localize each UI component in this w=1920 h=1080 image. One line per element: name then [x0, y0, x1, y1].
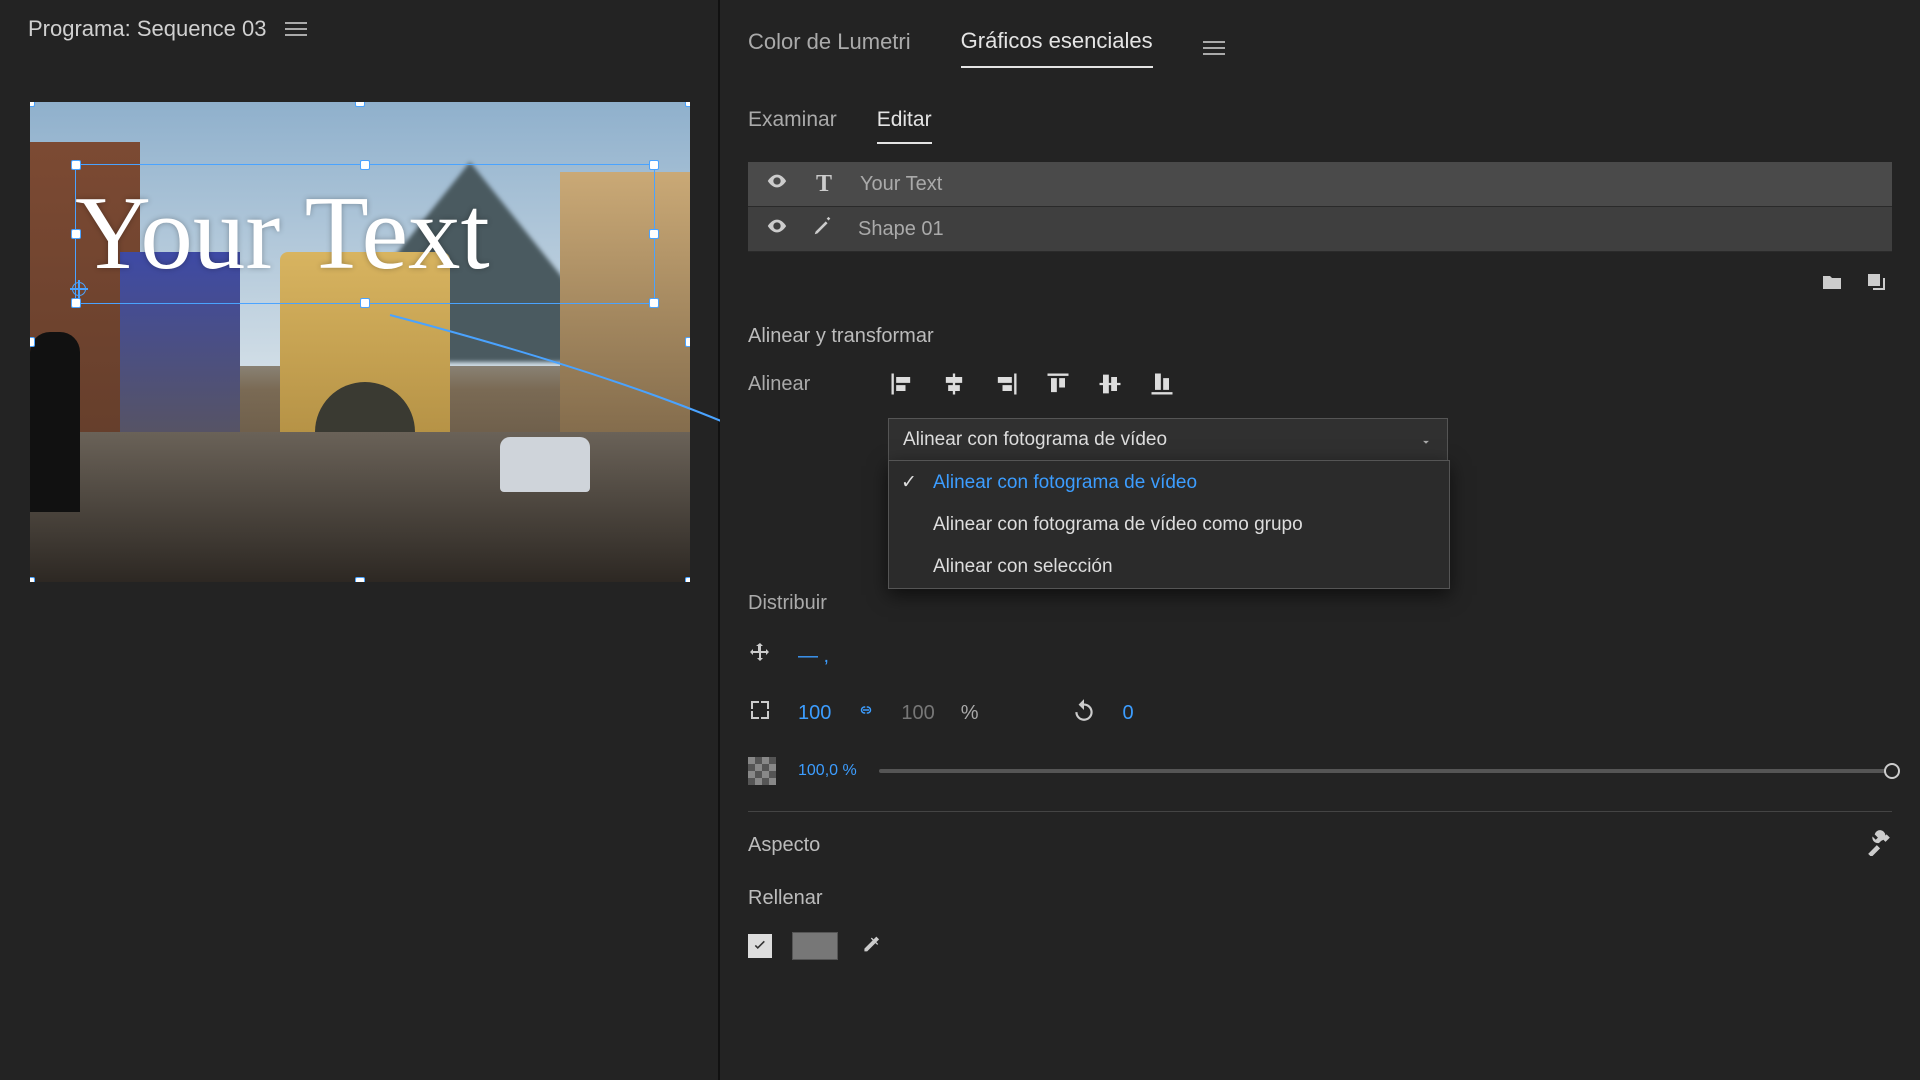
opacity-slider[interactable]: [879, 769, 1892, 773]
slider-knob[interactable]: [1884, 763, 1900, 779]
eyedropper-icon[interactable]: [858, 933, 880, 960]
layer-name: Shape 01: [858, 218, 944, 241]
check-icon: ✓: [899, 471, 919, 494]
link-icon[interactable]: [857, 699, 875, 727]
opacity-value[interactable]: 100,0 %: [798, 762, 857, 780]
anchor-point-icon[interactable]: [70, 280, 88, 298]
visibility-icon[interactable]: [766, 215, 788, 243]
handle-mr[interactable]: [685, 337, 690, 347]
tab-essential-graphics[interactable]: Gráficos esenciales: [961, 28, 1153, 68]
handle-br[interactable]: [649, 298, 659, 308]
rotation-icon: [1071, 697, 1097, 729]
align-option-selection[interactable]: Alinear con selección: [889, 546, 1449, 588]
layer-row-shape[interactable]: Shape 01: [748, 207, 1892, 252]
align-option-frame[interactable]: ✓ Alinear con fotograma de vídeo: [889, 461, 1449, 504]
section-aspect: Aspecto: [748, 834, 820, 857]
label-align: Alinear: [748, 373, 868, 396]
visibility-icon[interactable]: [766, 170, 788, 198]
chevron-down-icon: [1419, 433, 1433, 447]
program-title: Programa: Sequence 03: [28, 16, 267, 42]
section-align-transform: Alinear y transformar: [748, 325, 1892, 348]
align-bottom-icon[interactable]: [1146, 370, 1178, 398]
handle-tm[interactable]: [360, 160, 370, 170]
label-distribute: Distribuir: [748, 592, 868, 615]
scene-car: [500, 437, 590, 492]
program-monitor-panel: Programa: Sequence 03 Your Text: [0, 0, 720, 1080]
layer-name: Your Text: [860, 173, 942, 196]
align-mode-menu: ✓ Alinear con fotograma de vídeo Alinear…: [888, 460, 1450, 589]
fill-enabled-checkbox[interactable]: [748, 934, 772, 958]
align-option-frame-group[interactable]: Alinear con fotograma de vídeo como grup…: [889, 504, 1449, 546]
handle-tl[interactable]: [30, 102, 35, 107]
scale-value[interactable]: 100: [798, 702, 831, 725]
handle-tl[interactable]: [71, 160, 81, 170]
subtab-browse[interactable]: Examinar: [748, 108, 837, 144]
panel-menu-icon[interactable]: [1203, 41, 1225, 55]
tab-lumetri[interactable]: Color de Lumetri: [748, 29, 911, 67]
align-left-icon[interactable]: [886, 370, 918, 398]
handle-bm[interactable]: [355, 577, 365, 582]
scale-icon: [748, 698, 772, 728]
essential-graphics-panel: Color de Lumetri Gráficos esenciales Exa…: [720, 0, 1920, 1080]
align-right-icon[interactable]: [990, 370, 1022, 398]
pen-type-icon: [812, 215, 834, 243]
layer-row-text[interactable]: T Your Text: [748, 162, 1892, 207]
fill-color-swatch[interactable]: [792, 932, 838, 960]
handle-tr[interactable]: [649, 160, 659, 170]
handle-tm[interactable]: [355, 102, 365, 107]
align-mode-dropdown[interactable]: Alinear con fotograma de vídeo ✓ Alinear…: [888, 418, 1448, 462]
percent-label: %: [961, 702, 979, 725]
section-fill: Rellenar: [748, 887, 1892, 910]
handle-bl[interactable]: [30, 577, 35, 582]
rotation-value[interactable]: 0: [1123, 702, 1134, 725]
position-icon: [748, 641, 772, 671]
panel-menu-icon[interactable]: [285, 22, 307, 36]
dropdown-selected-label: Alinear con fotograma de vídeo: [903, 429, 1167, 451]
program-viewport[interactable]: Your Text: [30, 102, 690, 582]
scale-linked-value: 100: [901, 702, 934, 725]
handle-ml[interactable]: [30, 337, 35, 347]
new-group-icon[interactable]: [1820, 270, 1844, 299]
text-type-icon: T: [812, 171, 836, 198]
align-top-icon[interactable]: [1042, 370, 1074, 398]
position-value[interactable]: — ,: [798, 645, 829, 668]
handle-br[interactable]: [685, 577, 690, 582]
align-hcenter-icon[interactable]: [938, 370, 970, 398]
handle-bl[interactable]: [71, 298, 81, 308]
new-layer-icon[interactable]: [1864, 270, 1888, 299]
subtab-edit[interactable]: Editar: [877, 108, 932, 144]
handle-bm[interactable]: [360, 298, 370, 308]
scene-person: [30, 332, 80, 512]
wrench-icon[interactable]: [1866, 830, 1892, 861]
handle-tr[interactable]: [685, 102, 690, 107]
handle-ml[interactable]: [71, 229, 81, 239]
layer-list: T Your Text Shape 01: [748, 162, 1892, 252]
scene-street: [30, 432, 690, 582]
selection-box-text[interactable]: [75, 164, 655, 304]
handle-mr[interactable]: [649, 229, 659, 239]
align-vcenter-icon[interactable]: [1094, 370, 1126, 398]
opacity-icon: [748, 757, 776, 785]
divider: [748, 811, 1892, 812]
